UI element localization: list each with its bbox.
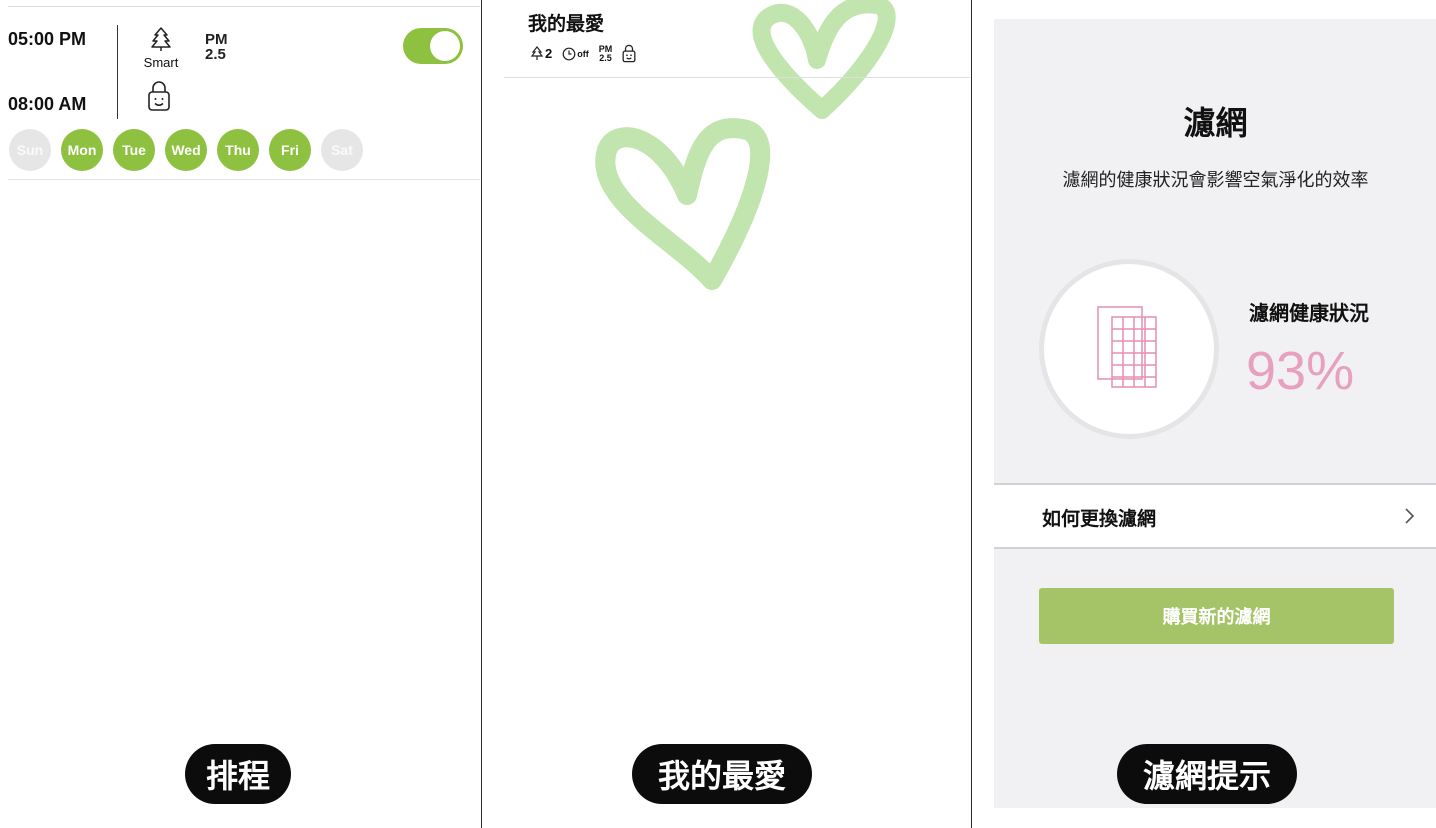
timer-value: off: [577, 48, 589, 59]
caption-filter: 濾網提示: [1117, 744, 1297, 804]
timer-setting: off: [562, 47, 589, 61]
day-sun[interactable]: Sun: [9, 129, 51, 171]
day-fri[interactable]: Fri: [269, 129, 311, 171]
filter-status-circle: [1039, 259, 1219, 439]
caption-schedule: 排程: [185, 744, 291, 804]
schedule-toggle[interactable]: [403, 28, 463, 64]
schedule-panel: 05:00 PM 08:00 AM Smart PM 2.5 Sun Mon T…: [0, 0, 480, 828]
day-wed[interactable]: Wed: [165, 129, 207, 171]
favorites-panel: 我的最愛 2 off PM 2.5 我的最愛: [481, 0, 970, 828]
how-to-replace-filter-row[interactable]: 如何更換濾網: [994, 483, 1436, 549]
lock-smile-icon: [148, 81, 170, 111]
smart-label: Smart: [143, 55, 179, 70]
tree-icon: [151, 27, 171, 51]
filter-health-value: 93%: [1246, 341, 1355, 401]
tree-icon: [530, 45, 544, 60]
caption-favorites: 我的最愛: [632, 744, 812, 804]
favorite-item-settings: 2 off PM 2.5: [530, 44, 636, 63]
smart-mode: Smart: [138, 26, 184, 70]
fan-level: 2: [530, 45, 553, 62]
buy-new-filter-button[interactable]: 購買新的濾網: [1039, 588, 1394, 644]
filter-grid-icon: [1097, 306, 1157, 388]
vertical-divider: [117, 25, 118, 119]
divider: [8, 179, 480, 180]
day-mon[interactable]: Mon: [61, 129, 103, 171]
pm25-line2: 2.5: [599, 52, 612, 63]
chevron-right-icon: [1405, 508, 1415, 524]
lock-smile-icon: [622, 44, 636, 63]
pm25-label: PM 2.5: [205, 32, 228, 62]
divider: [8, 6, 480, 7]
weekday-selector: Sun Mon Tue Wed Thu Fri Sat: [9, 129, 363, 171]
favorite-item-title[interactable]: 我的最愛: [528, 9, 604, 36]
how-to-replace-filter-label: 如何更換濾網: [1042, 508, 1157, 530]
filter-health-label: 濾網健康狀況: [1249, 301, 1369, 325]
start-time[interactable]: 05:00 PM: [8, 29, 86, 50]
page-subtitle: 濾網的健康狀況會影響空氣淨化的效率: [1062, 170, 1369, 191]
pm25-line1: PM: [205, 31, 228, 48]
child-lock: [147, 80, 171, 116]
end-time[interactable]: 08:00 AM: [8, 94, 86, 115]
page-title: 濾網: [1183, 104, 1248, 142]
pm25-line2: 2.5: [205, 46, 226, 63]
day-sat[interactable]: Sat: [321, 129, 363, 171]
divider: [504, 77, 970, 78]
toggle-knob: [430, 31, 460, 61]
fan-level-value: 2: [545, 46, 553, 61]
day-thu[interactable]: Thu: [217, 129, 259, 171]
day-tue[interactable]: Tue: [113, 129, 155, 171]
timer-icon: [562, 47, 576, 60]
pm25-setting: PM 2.5: [599, 44, 613, 63]
filter-panel: 濾網 濾網的健康狀況會影響空氣淨化的效率 濾網健康狀況 93% 如何更換濾網 購…: [971, 0, 1436, 828]
